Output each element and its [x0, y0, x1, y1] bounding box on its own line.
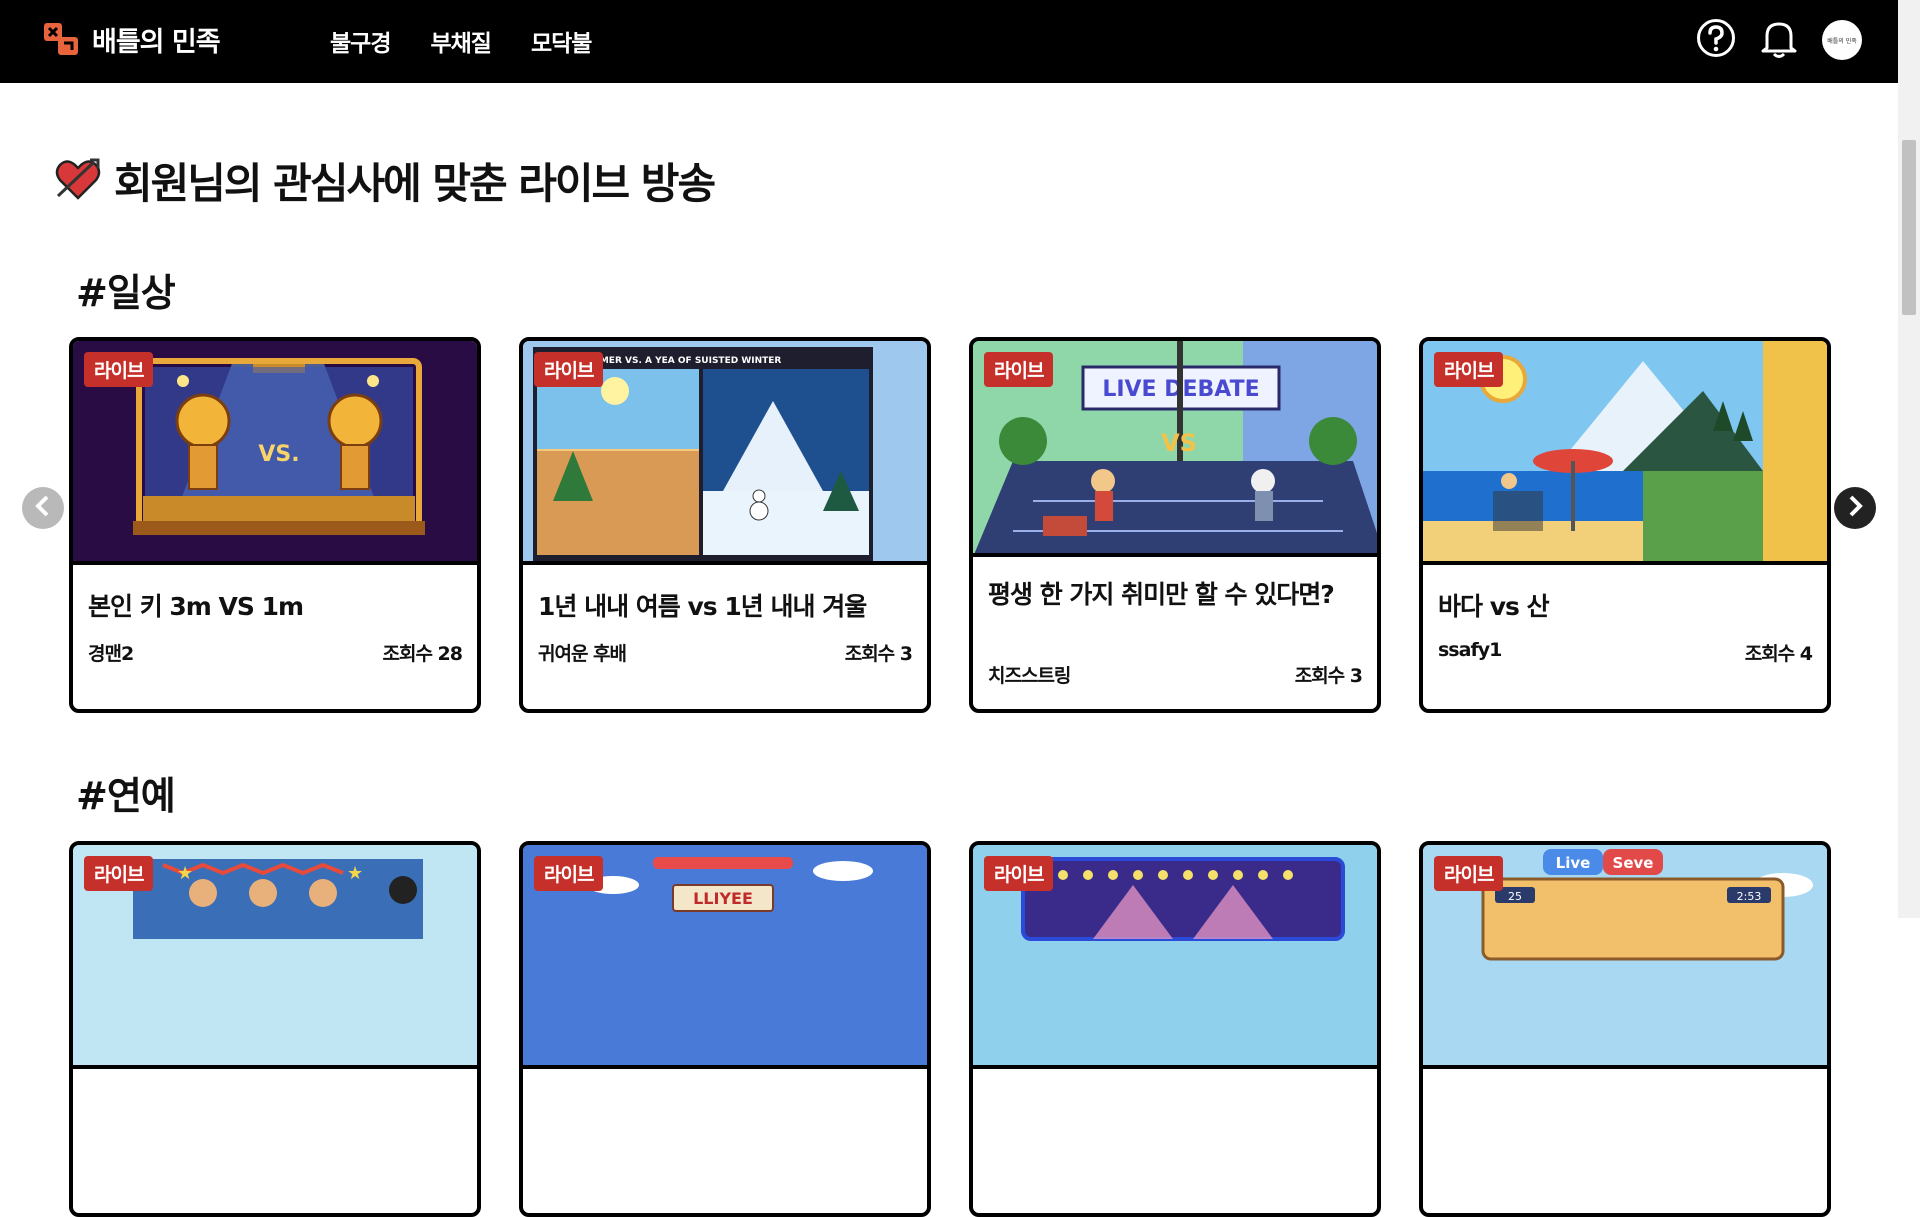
card-views: 조회수 3	[844, 643, 913, 665]
page-scrollbar[interactable]	[1898, 0, 1920, 918]
live-badge: 라이브	[534, 352, 604, 387]
live-badge: 라이브	[1434, 352, 1504, 387]
card-title: 바다 vs 산	[1438, 592, 1550, 621]
live-card[interactable]: ★ ★ 라이브	[69, 841, 481, 1217]
card-views: 조회수 3	[1294, 665, 1363, 687]
live-badge: 라이브	[984, 856, 1054, 891]
live-badge: 라이브	[84, 352, 154, 387]
svg-text:★: ★	[177, 863, 193, 884]
live-card[interactable]: 라이브	[969, 841, 1381, 1217]
card-author: ssafy1	[1438, 639, 1502, 661]
live-badge: 라이브	[1434, 856, 1504, 891]
card-meta: ssafy1 조회수 4	[1438, 639, 1813, 666]
card-image-score-right: 2:53	[1737, 890, 1762, 903]
section-title-entertainment: #연예	[76, 774, 176, 818]
avatar-label: 배틀의 민족	[1827, 37, 1857, 45]
user-avatar[interactable]: 배틀의 민족	[1822, 20, 1862, 60]
help-icon[interactable]	[1696, 18, 1736, 62]
carousel-prev-button[interactable]	[22, 487, 64, 529]
card-author: 귀여운 후배	[538, 643, 627, 665]
live-card[interactable]: LIVE DEBATE VS 라이브 평생 한 가지 취미만 할 수 있다면? …	[969, 337, 1381, 713]
logo-text: 배틀의 민족	[92, 26, 221, 58]
card-meta: 치즈스트링 조회수 3	[988, 661, 1363, 688]
card-author: 치즈스트링	[988, 665, 1071, 687]
nav-item-buchaejil[interactable]: 부채질	[430, 24, 491, 58]
carousel-next-button[interactable]	[1834, 487, 1876, 529]
card-title: 평생 한 가지 취미만 할 수 있다면?	[988, 580, 1335, 609]
live-card[interactable]: Live Seve 25 2:53 라이브	[1419, 841, 1831, 1217]
card-views: 조회수 28	[382, 643, 463, 665]
chevron-right-icon	[1845, 494, 1865, 522]
card-image-tab-seve: Seve	[1613, 854, 1654, 872]
live-badge: 라이브	[984, 352, 1054, 387]
logo-icon	[42, 19, 82, 59]
page-title-text: 회원님의 관심사에 맞춘 라이브 방송	[114, 159, 716, 208]
header-actions: 배틀의 민족	[1696, 17, 1862, 63]
card-image-tab-live: Live	[1556, 854, 1591, 872]
logo[interactable]: 배틀의 민족	[42, 19, 221, 59]
top-navigation-bar: 배틀의 민족 불구경 부채질 모닥불 배틀의 민족	[0, 0, 1898, 83]
live-card[interactable]: LLIYEE 라이브	[519, 841, 931, 1217]
card-title: 1년 내내 여름 vs 1년 내내 겨울	[538, 592, 867, 621]
section-title-daily: #일상	[76, 271, 176, 315]
nav-item-modakbul[interactable]: 모닥불	[531, 24, 592, 58]
card-title: 본인 키 3m VS 1m	[88, 592, 304, 621]
card-author: 경맨2	[88, 643, 134, 665]
card-image-score-left: 25	[1508, 890, 1522, 903]
main-nav: 불구경 부채질 모닥불	[330, 24, 592, 58]
svg-text:★: ★	[347, 863, 363, 884]
card-image-vs-text: VS.	[258, 442, 299, 467]
card-image-vs-text: VS	[1161, 429, 1197, 457]
scrollbar-thumb[interactable]	[1902, 140, 1916, 315]
card-image-banner: LLIYEE	[693, 889, 753, 908]
page-title: 회원님의 관심사에 맞춘 라이브 방송	[54, 150, 716, 211]
notification-bell-icon[interactable]	[1758, 17, 1800, 63]
chevron-left-icon	[33, 494, 53, 522]
live-card[interactable]: 라이브 바다 vs 산 ssafy1 조회수 4	[1419, 337, 1831, 713]
live-badge: 라이브	[84, 856, 154, 891]
card-meta: 귀여운 후배 조회수 3	[538, 639, 913, 666]
nav-item-bulgugyeong[interactable]: 불구경	[330, 24, 391, 58]
card-meta: 경맨2 조회수 28	[88, 639, 463, 666]
live-card[interactable]: EAR OF SUMMER VS. A YEA OF SUISTED WINTE…	[519, 337, 931, 713]
live-card[interactable]: VS. 라이브 본인 키 3m VS 1m 경맨2 조회수 28	[69, 337, 481, 713]
live-badge: 라이브	[534, 856, 604, 891]
card-views: 조회수 4	[1744, 643, 1813, 665]
heart-icon	[54, 156, 102, 206]
